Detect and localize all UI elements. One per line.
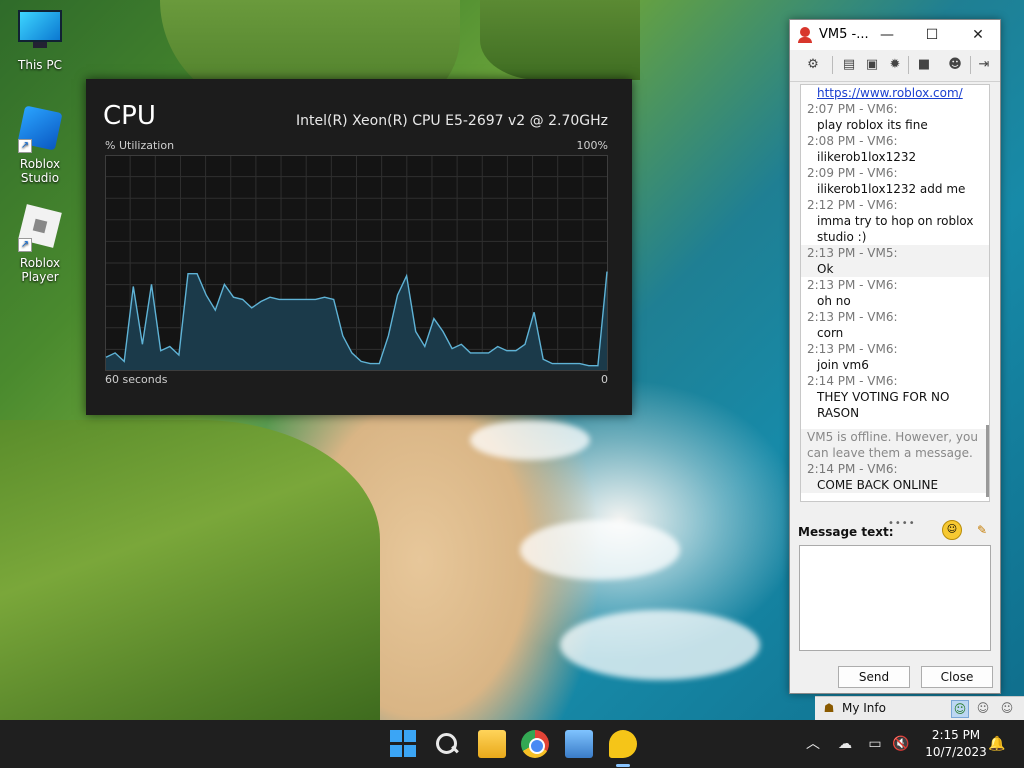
toolbar-separator bbox=[908, 56, 909, 74]
history-scrollbar[interactable] bbox=[986, 85, 989, 501]
message-text: join vm6 bbox=[817, 358, 869, 372]
toolbar: ⚙ ▤ ▣ ✹ ■ ☻ ⇥ bbox=[790, 51, 1000, 82]
close-button[interactable]: Close bbox=[921, 666, 993, 688]
window-title: VM5 -... bbox=[819, 27, 869, 42]
desktop-icon-roblox-studio[interactable]: ↗ Roblox Studio bbox=[0, 105, 80, 185]
min-utilization-label: 0 bbox=[601, 373, 608, 386]
file-explorer-icon[interactable] bbox=[478, 730, 506, 758]
desktop-icon-roblox-player[interactable]: ↗ Roblox Player bbox=[0, 204, 80, 284]
message-input[interactable] bbox=[799, 545, 991, 651]
roblox-player-icon: ↗ bbox=[18, 204, 62, 252]
my-info-icon[interactable]: ☗ bbox=[821, 700, 837, 716]
clock-date[interactable]: 10/7/2023 bbox=[918, 745, 994, 759]
utilization-label: % Utilization bbox=[105, 139, 175, 152]
message-text: Ok bbox=[801, 261, 989, 277]
desktop-icon-label: This PC bbox=[18, 58, 62, 72]
cloud-icon[interactable]: ☁ bbox=[836, 735, 854, 753]
message-meta: 2:13 PM - VM5: bbox=[801, 245, 989, 261]
windows-start-icon[interactable] bbox=[390, 730, 418, 758]
offline-notice: VM5 is offline. However, you bbox=[801, 429, 989, 445]
online-status-icon[interactable]: ☺ bbox=[951, 700, 969, 718]
shortcut-arrow-icon: ↗ bbox=[18, 139, 32, 153]
message-meta: 2:14 PM - VM6: bbox=[801, 461, 989, 477]
cpu-performance-window[interactable]: CPU Intel(R) Xeon(R) CPU E5-2697 v2 @ 2.… bbox=[86, 79, 632, 415]
volume-muted-icon[interactable]: 🔇 bbox=[892, 735, 910, 753]
photos-icon[interactable] bbox=[565, 730, 593, 758]
close-window-button[interactable]: ✕ bbox=[966, 24, 990, 46]
clock-time[interactable]: 2:15 PM bbox=[918, 728, 994, 742]
message-text: ilikerob1lox1232 bbox=[817, 150, 917, 164]
wallpaper-cliff bbox=[480, 0, 640, 80]
monitor-icon bbox=[18, 10, 62, 54]
message-text: COME BACK ONLINE bbox=[801, 477, 989, 493]
contacts-icon[interactable]: ☻ bbox=[946, 56, 964, 74]
offline-status-icon[interactable]: ☺ bbox=[999, 700, 1015, 716]
title-bar[interactable]: VM5 -... — ☐ ✕ bbox=[790, 20, 1000, 50]
message-meta: 2:09 PM - VM6: bbox=[807, 166, 898, 180]
message-text-label: Message text: bbox=[798, 525, 894, 539]
chrome-icon[interactable] bbox=[521, 730, 549, 758]
my-info-bar: ☗ My Info ☺ ☺ ☺ bbox=[815, 696, 1024, 721]
chevron-up-icon[interactable]: ︿ bbox=[804, 735, 822, 753]
send-button[interactable]: Send bbox=[838, 666, 910, 688]
user-icon bbox=[798, 27, 812, 43]
shortcut-arrow-icon: ↗ bbox=[18, 238, 32, 252]
search-icon[interactable] bbox=[433, 730, 461, 758]
options-dropdown-icon[interactable]: ⚙ bbox=[804, 56, 822, 74]
message-text: studio :) bbox=[817, 230, 867, 244]
desktop-icon-label: Roblox Player bbox=[19, 256, 61, 284]
video-call-icon[interactable]: ■ bbox=[915, 56, 933, 74]
message-link[interactable]: https://www.roblox.com/ bbox=[801, 85, 989, 101]
message-history[interactable]: https://www.roblox.com/ 2:07 PM - VM6: p… bbox=[800, 84, 990, 502]
message-meta: 2:13 PM - VM6: bbox=[807, 310, 898, 324]
my-info-label[interactable]: My Info bbox=[842, 701, 886, 715]
message-meta: 2:14 PM - VM6: bbox=[807, 374, 898, 388]
cpu-title: CPU bbox=[103, 101, 156, 131]
taskbar: ︿ ☁ ▭ 🔇 2:15 PM 10/7/2023 🔔 bbox=[0, 720, 1024, 768]
message-meta: 2:07 PM - VM6: bbox=[807, 102, 898, 116]
message-text: play roblox its fine bbox=[817, 118, 928, 132]
cpu-model: Intel(R) Xeon(R) CPU E5-2697 v2 @ 2.70GH… bbox=[296, 113, 608, 129]
chat-app-icon[interactable] bbox=[609, 730, 637, 758]
message-meta: 2:13 PM - VM6: bbox=[807, 278, 898, 292]
message-text: RASON bbox=[817, 406, 860, 420]
wallpaper-wave bbox=[560, 610, 760, 680]
message-text: oh no bbox=[817, 294, 851, 308]
message-text: ilikerob1lox1232 add me bbox=[817, 182, 966, 196]
time-span-label: 60 seconds bbox=[105, 373, 168, 386]
away-status-icon[interactable]: ☺ bbox=[975, 700, 991, 716]
desktop-icon-label: Roblox Studio bbox=[19, 157, 61, 185]
message-text: THEY VOTING FOR NO bbox=[817, 390, 950, 404]
maximize-button[interactable]: ☐ bbox=[920, 24, 944, 46]
message-text: corn bbox=[817, 326, 844, 340]
wallpaper-wave bbox=[470, 420, 590, 460]
notification-bell-icon[interactable]: 🔔 bbox=[988, 735, 1006, 753]
history-scroll-thumb[interactable] bbox=[986, 425, 989, 497]
cpu-utilization-graph bbox=[105, 155, 608, 371]
toolbar-separator bbox=[970, 56, 971, 74]
wallpaper-wave bbox=[520, 520, 680, 580]
send-file-icon[interactable]: ▣ bbox=[863, 56, 881, 74]
history-icon[interactable]: ▤ bbox=[840, 56, 858, 74]
minimize-button[interactable]: — bbox=[875, 24, 899, 46]
settings-gear-icon[interactable]: ✹ bbox=[886, 56, 904, 74]
emoji-icon[interactable]: ☺ bbox=[942, 520, 962, 540]
message-meta: 2:08 PM - VM6: bbox=[807, 134, 898, 148]
active-app-indicator bbox=[616, 764, 630, 767]
toolbar-separator bbox=[832, 56, 833, 74]
message-meta: 2:13 PM - VM6: bbox=[807, 342, 898, 356]
format-text-icon[interactable]: ✎ bbox=[974, 522, 990, 538]
roblox-studio-icon: ↗ bbox=[17, 105, 63, 153]
offline-notice: can leave them a message. bbox=[801, 445, 989, 461]
exit-icon[interactable]: ⇥ bbox=[975, 56, 993, 74]
chat-window[interactable]: VM5 -... — ☐ ✕ ⚙ ▤ ▣ ✹ ■ ☻ ⇥ https://www… bbox=[789, 19, 1001, 694]
network-icon[interactable]: ▭ bbox=[866, 735, 884, 753]
message-text: imma try to hop on roblox bbox=[817, 214, 974, 228]
max-utilization-label: 100% bbox=[576, 139, 608, 152]
message-meta: 2:12 PM - VM6: bbox=[807, 198, 898, 212]
desktop-icon-this-pc[interactable]: This PC bbox=[0, 10, 80, 72]
